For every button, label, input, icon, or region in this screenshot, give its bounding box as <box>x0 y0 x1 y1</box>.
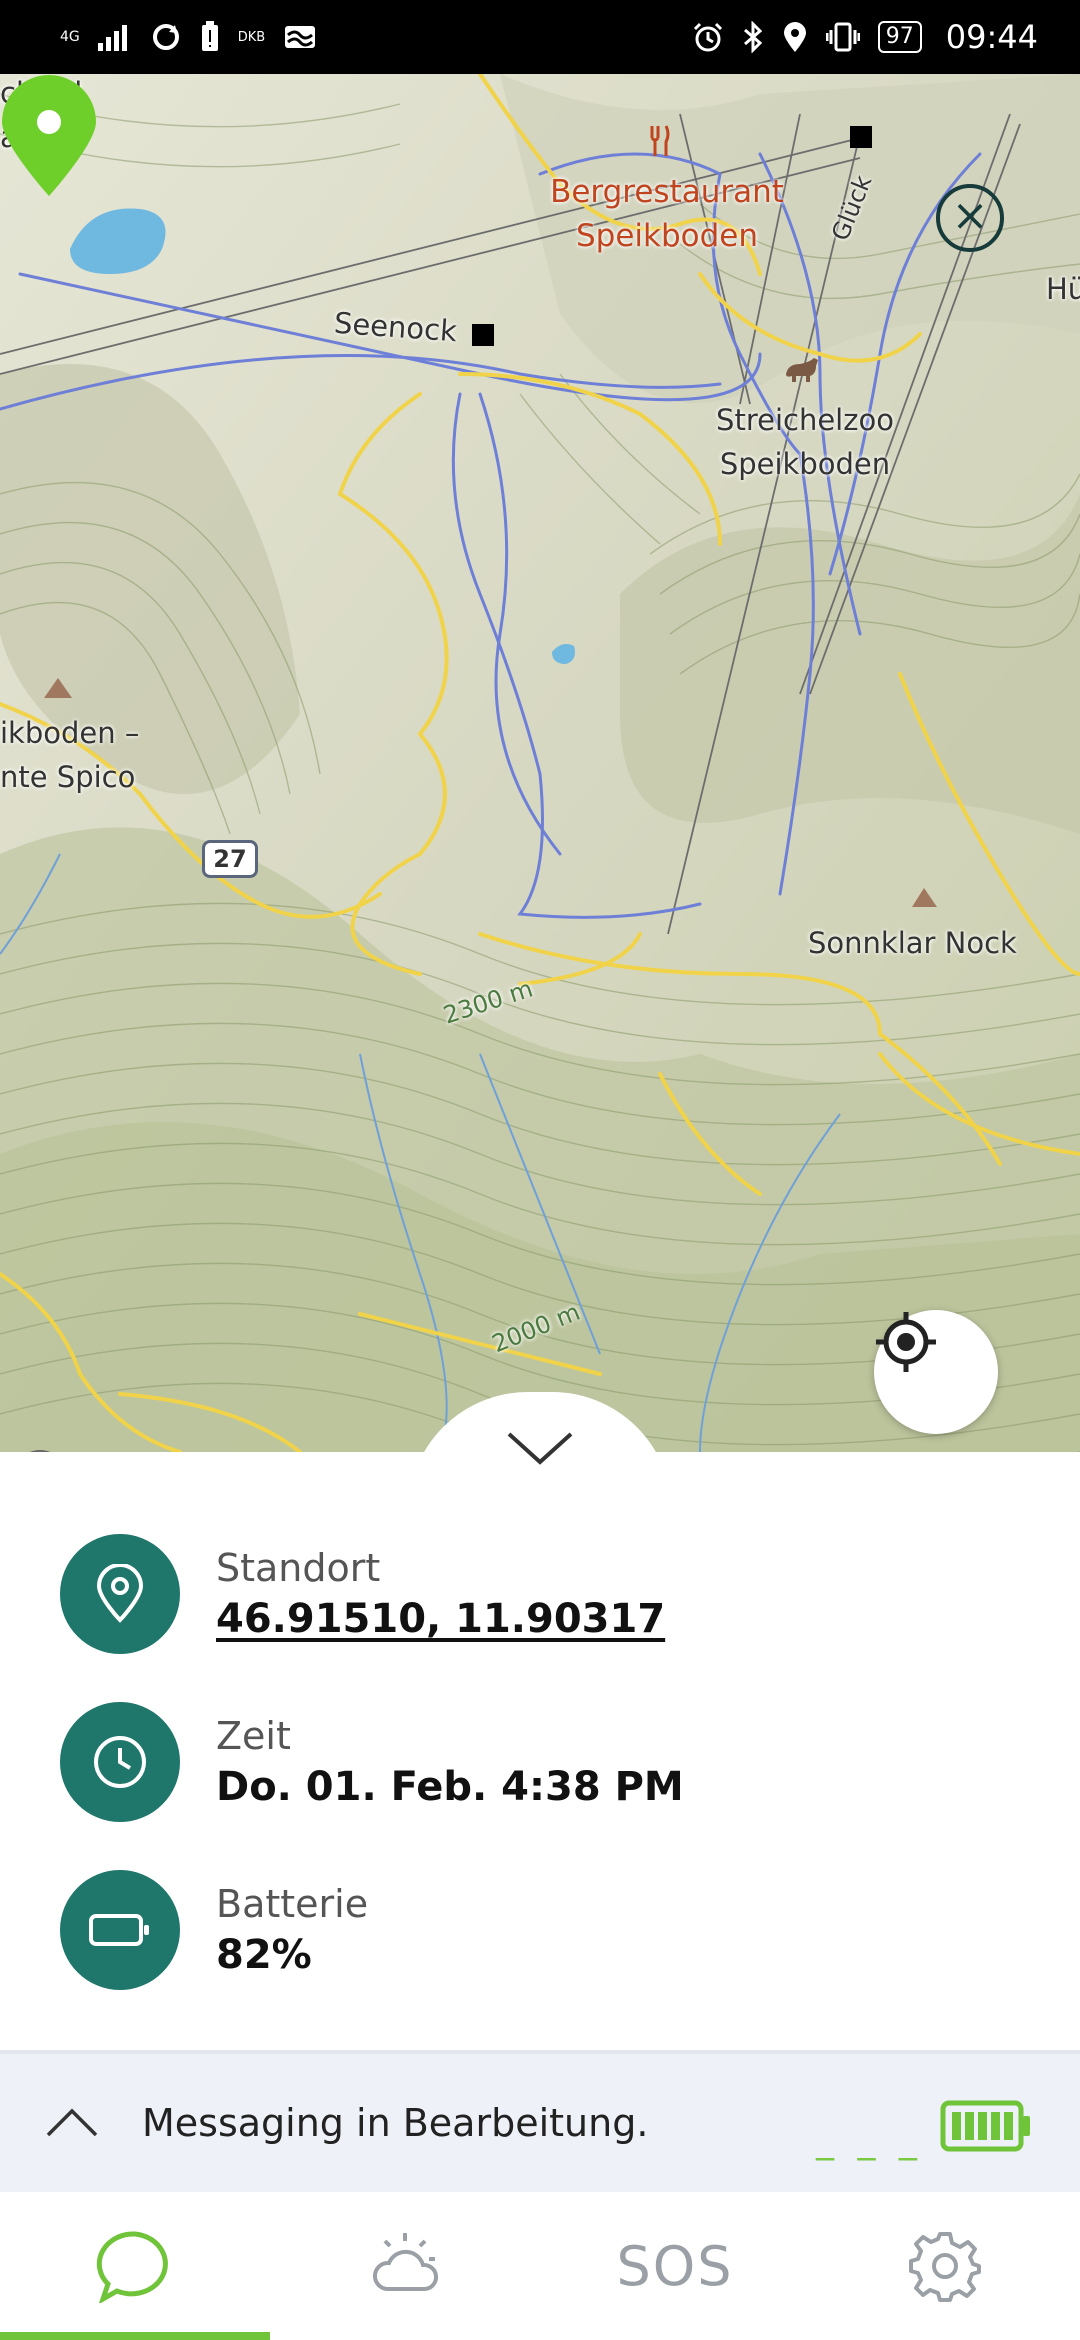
location-icon <box>783 22 806 52</box>
clock-icon <box>60 1702 180 1822</box>
chevron-down-icon <box>507 1432 573 1465</box>
nav-active-indicator <box>0 2332 270 2340</box>
signal-icon <box>97 25 127 51</box>
messaging-status-bar[interactable]: Messaging in Bearbeitung. _ _ _ <box>0 2050 1080 2192</box>
alarm-icon <box>693 22 722 52</box>
screen: 4G DKB 97 09:44 Bergrestaurant Speikbode… <box>0 0 1080 2340</box>
wave-icon <box>285 26 316 48</box>
settings-icon <box>909 2232 981 2302</box>
bluetooth-icon <box>743 21 762 53</box>
time-value: Do. 01. Feb. 4:38 PM <box>216 1764 684 1810</box>
map-label-restaurant[interactable]: Bergrestaurant Speikboden <box>540 170 794 258</box>
battery-row: Batterie 82% <box>60 1870 368 1990</box>
battery-text: Batterie 82% <box>216 1879 368 1981</box>
sync-icon <box>152 24 179 50</box>
location-pin-icon[interactable] <box>0 74 98 198</box>
time-text: Zeit Do. 01. Feb. 4:38 PM <box>216 1711 684 1813</box>
map-label-zoo[interactable]: Streichelzoo Speikboden <box>700 398 910 486</box>
nav-sos[interactable]: SOS <box>540 2192 810 2340</box>
vibrate-icon <box>825 22 860 52</box>
map-label-peak-left-1: ikboden – <box>0 716 140 750</box>
battery-icon <box>60 1870 180 1990</box>
nav-settings[interactable] <box>810 2192 1080 2340</box>
location-text: Standort 46.91510, 11.90317 <box>216 1543 665 1645</box>
map-terrain <box>0 74 1080 1452</box>
weather-icon <box>373 2233 438 2291</box>
status-right: 97 09:44 <box>692 18 1038 56</box>
location-marker-icon <box>60 1534 180 1654</box>
battery-alert-icon <box>201 21 218 51</box>
map-view[interactable]: ck – Il ande Bergrestaurant Speikboden S… <box>0 74 1080 1452</box>
restaurant-icon <box>650 125 670 156</box>
location-coordinates-link[interactable]: 46.91510, 11.90317 <box>216 1593 665 1645</box>
status-bar: 4G DKB 97 09:44 <box>0 0 1080 74</box>
animal-icon <box>786 358 818 382</box>
map-label-hue: Hü <box>1046 272 1080 306</box>
battery-value: 82% <box>216 1932 312 1978</box>
time-label: Zeit <box>216 1714 291 1758</box>
nav-messages[interactable] <box>0 2192 270 2340</box>
clock: 09:44 <box>945 18 1038 56</box>
battery-indicator: 97 <box>877 21 922 53</box>
crosshair-icon <box>876 1312 936 1372</box>
device-battery-icon <box>940 2100 1030 2152</box>
map-label-peak-left-2: nte Spico <box>0 760 136 794</box>
road-number-shield: 27 <box>202 840 258 878</box>
chat-icon <box>96 2231 168 2303</box>
my-location-button[interactable] <box>874 1310 998 1434</box>
carrier-label: DKB <box>237 29 266 45</box>
status-left: 4G DKB <box>60 21 317 53</box>
map-label-sonnklar-nock[interactable]: Sonnklar Nock <box>808 926 1017 960</box>
location-row: Standort 46.91510, 11.90317 <box>60 1534 665 1654</box>
signal-dashes: _ _ _ <box>816 2120 923 2161</box>
messaging-status-text: Messaging in Bearbeitung. <box>142 2101 649 2145</box>
time-row: Zeit Do. 01. Feb. 4:38 PM <box>60 1702 684 1822</box>
sos-label: SOS <box>616 2234 734 2298</box>
network-type: 4G <box>60 29 80 45</box>
chevron-up-icon[interactable] <box>44 2103 100 2143</box>
close-map-button[interactable]: × <box>936 184 1004 252</box>
nav-weather[interactable] <box>270 2192 540 2340</box>
bottom-navigation: SOS <box>0 2192 1080 2340</box>
battery-label: Batterie <box>216 1882 369 1926</box>
location-label: Standort <box>216 1546 381 1590</box>
